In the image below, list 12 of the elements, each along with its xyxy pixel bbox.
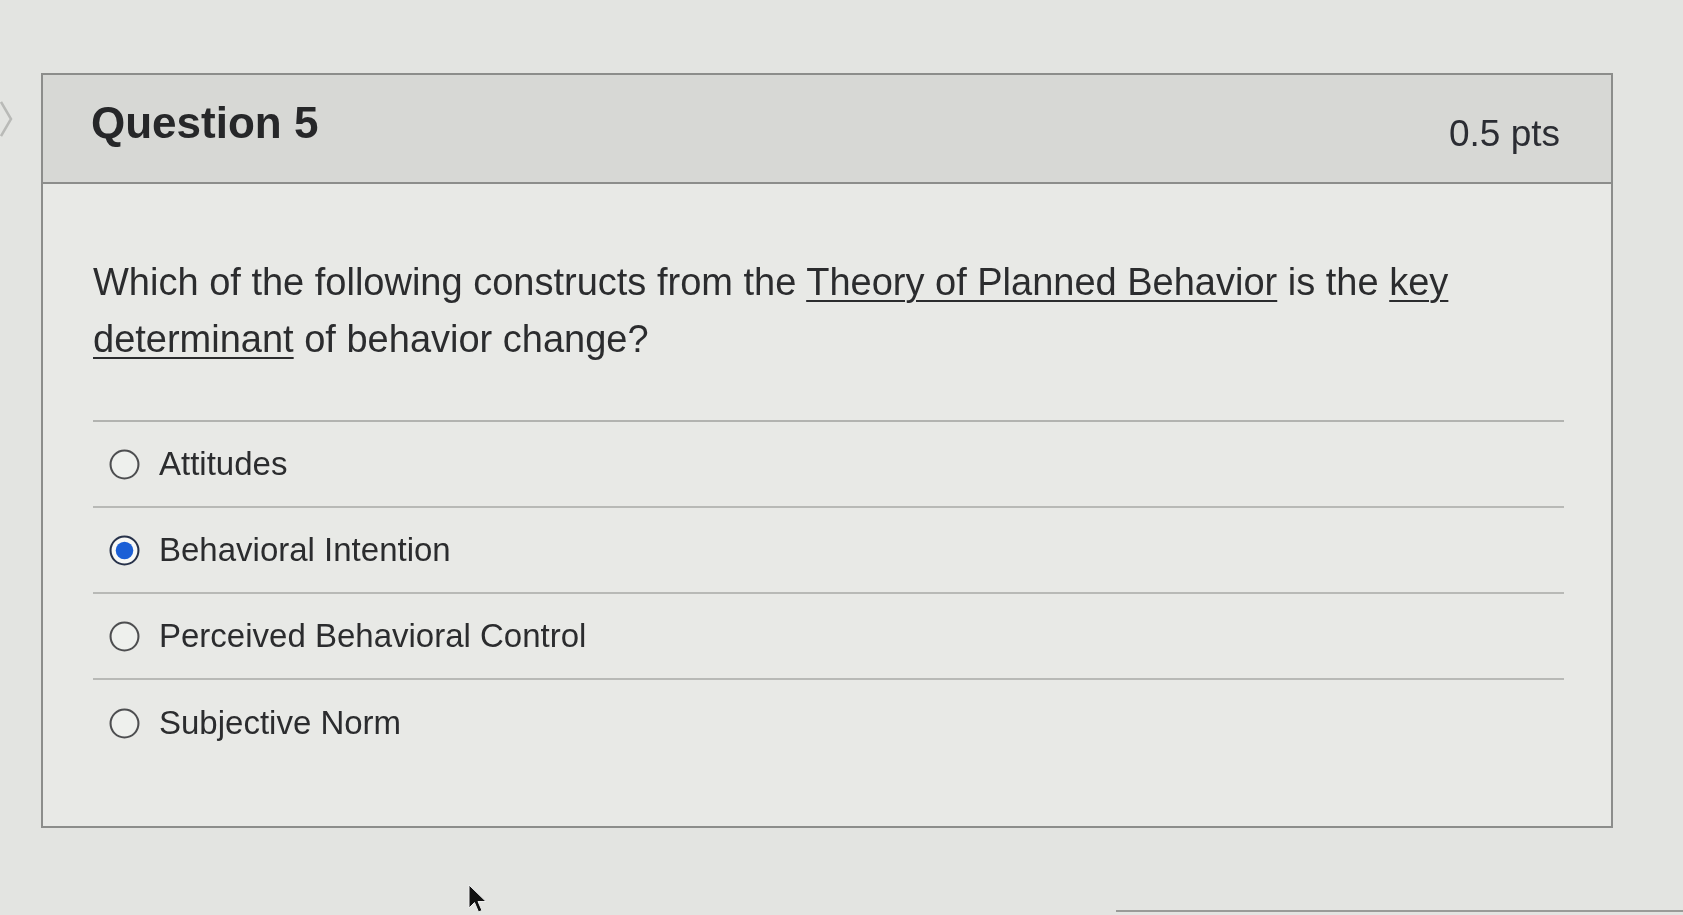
radio-button[interactable] [109, 707, 140, 739]
points-label: 0.5 pts [1448, 112, 1560, 157]
radio-button[interactable] [109, 534, 140, 566]
question-title: Question 5 [91, 97, 319, 150]
question-text: Which of the following constructs from the Theory of Planned Behavior is the key determinant of behavior change? [93, 260, 1450, 362]
radio-button[interactable] [109, 620, 140, 652]
radio-button[interactable] [109, 448, 140, 480]
answer-label[interactable]: Perceived Behavioral Control [159, 616, 587, 656]
answer-label[interactable]: Behavioral Intention [159, 530, 451, 570]
answer-label[interactable]: Subjective Norm [159, 703, 402, 743]
mouse-pointer-icon [468, 884, 488, 914]
answer-label[interactable]: Attitudes [159, 444, 288, 484]
